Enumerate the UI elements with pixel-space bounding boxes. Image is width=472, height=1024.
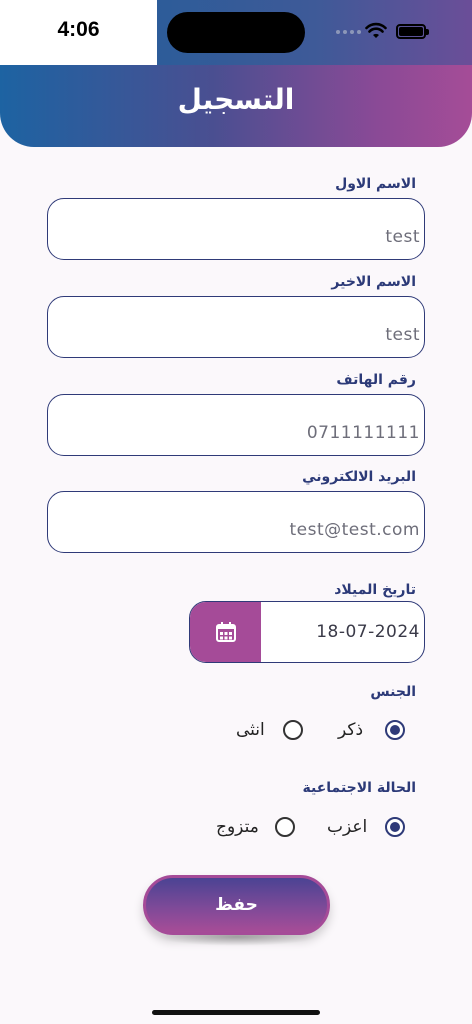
first-name-label: الاسم الاول xyxy=(335,176,416,192)
first-name-value: test xyxy=(385,227,420,247)
marital-label: الحالة الاجتماعية xyxy=(302,780,416,796)
birthdate-label: تاريخ الميلاد xyxy=(334,582,416,598)
battery-icon xyxy=(396,24,429,39)
gender-option-male[interactable]: ذكر xyxy=(338,720,406,740)
gender-option-female-label: انثى xyxy=(236,720,265,740)
calendar-button[interactable] xyxy=(190,602,261,662)
marital-option-single-label: اعزب xyxy=(327,817,368,837)
app-header: التسجيل xyxy=(0,65,472,147)
last-name-field[interactable]: test xyxy=(47,296,425,358)
email-label: البريد الالكتروني xyxy=(302,469,416,485)
marital-option-single[interactable]: اعزب xyxy=(327,817,406,837)
dynamic-island xyxy=(167,12,305,53)
save-button[interactable]: حفظ xyxy=(143,875,330,935)
status-time: 4:06 xyxy=(57,18,100,41)
phone-value: 0711111111 xyxy=(306,423,420,443)
signal-icon xyxy=(336,30,361,34)
gender-female-radio[interactable] xyxy=(282,720,303,740)
marital-option-married-label: متزوج xyxy=(216,817,259,837)
first-name-field[interactable]: test xyxy=(47,198,425,260)
page-title: التسجيل xyxy=(177,83,295,116)
last-name-value: test xyxy=(385,325,420,345)
last-name-label: الاسم الاخير xyxy=(331,274,416,290)
wifi-icon xyxy=(365,22,387,38)
birthdate-field[interactable]: 18-07-2024 xyxy=(189,601,425,663)
marital-single-radio[interactable] xyxy=(385,817,406,837)
gender-male-radio[interactable] xyxy=(385,720,406,740)
gender-label: الجنس xyxy=(370,684,416,700)
phone-label: رقم الهاتف xyxy=(336,372,416,388)
birthdate-value: 18-07-2024 xyxy=(316,622,420,642)
marital-married-radio[interactable] xyxy=(274,817,295,837)
phone-field[interactable]: 0711111111 xyxy=(47,394,425,456)
gender-option-male-label: ذكر xyxy=(338,720,364,740)
marital-option-married[interactable]: متزوج xyxy=(216,817,295,837)
email-field[interactable]: test@test.com xyxy=(47,491,425,553)
email-value: test@test.com xyxy=(289,520,420,540)
home-indicator[interactable] xyxy=(152,1010,320,1015)
gender-option-female[interactable]: انثى xyxy=(236,720,303,740)
calendar-icon xyxy=(215,622,236,642)
